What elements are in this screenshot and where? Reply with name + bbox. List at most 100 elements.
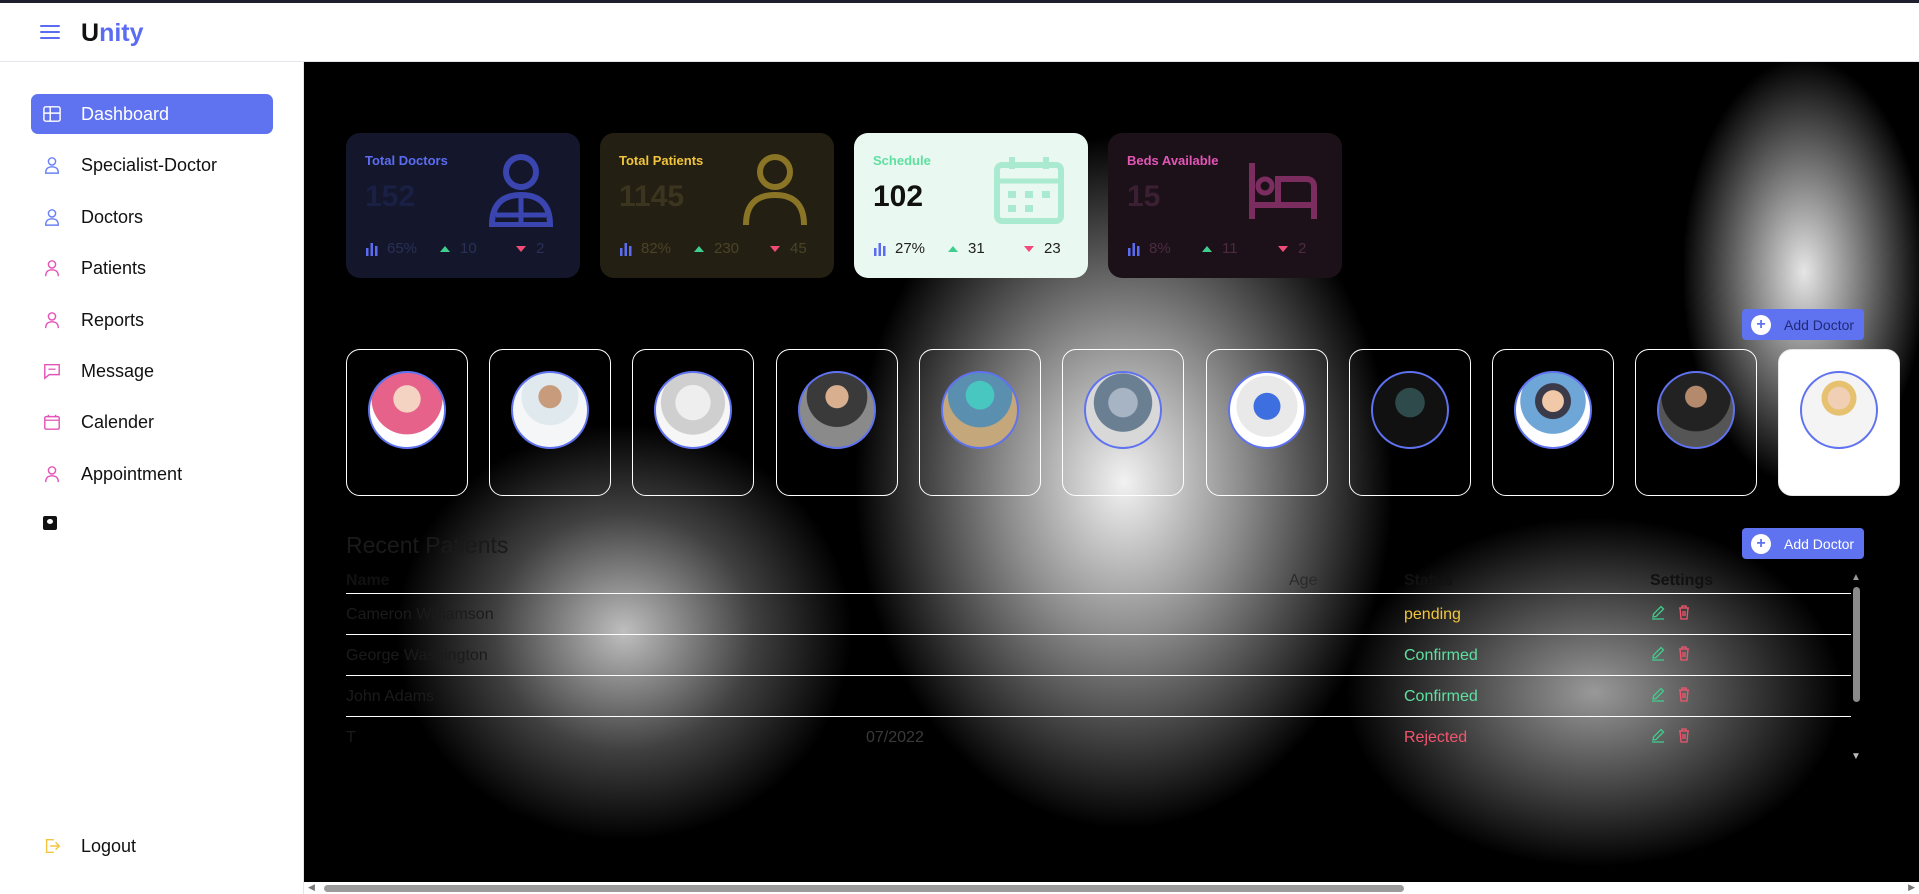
arrow-down-icon xyxy=(1278,245,1288,252)
patient-name: Cameron Williamson xyxy=(346,606,494,623)
doctor-card[interactable] xyxy=(489,349,611,496)
bar-chart-icon xyxy=(620,242,632,256)
scrollbar-thumb[interactable] xyxy=(324,885,1404,892)
logout-label: Logout xyxy=(81,835,137,856)
column-header-name[interactable]: Name xyxy=(346,572,390,590)
table-row[interactable]: George Washington Confirmed xyxy=(346,634,1851,675)
sidebar-item-reports[interactable]: Reports xyxy=(31,300,273,340)
edit-icon[interactable] xyxy=(1650,645,1666,661)
sidebar-item-label: Specialist-Doctor xyxy=(81,154,218,175)
stat-down: 23 xyxy=(1044,240,1061,257)
sidebar: Dashboard Specialist-Doctor Doctors Pati… xyxy=(0,62,304,894)
stat-card-schedule[interactable]: Schedule 102 27% 31 23 xyxy=(854,133,1088,278)
add-doctor-button[interactable]: + Add Doctor xyxy=(1742,309,1864,340)
doctor-card[interactable] xyxy=(919,349,1041,496)
table-row[interactable]: Cameron Williamson pending xyxy=(346,593,1851,634)
user-icon xyxy=(42,258,62,278)
patient-name: T xyxy=(346,729,356,746)
sidebar-item-dashboard[interactable]: Dashboard xyxy=(31,94,273,134)
sidebar-item-appointment[interactable]: Appointment xyxy=(31,454,273,494)
doctor-avatar xyxy=(368,371,446,449)
doctor-card[interactable] xyxy=(1206,349,1328,496)
stat-card-total-patients[interactable]: Total Patients 1145 82% 230 45 xyxy=(600,133,834,278)
sidebar-item-specialist-doctor[interactable]: Specialist-Doctor xyxy=(31,145,273,185)
doctor-card[interactable] xyxy=(632,349,754,496)
stat-value: 102 xyxy=(873,180,924,213)
plus-icon: + xyxy=(1751,533,1771,554)
scroll-down-icon[interactable]: ▼ xyxy=(1851,751,1861,762)
doctor-card[interactable] xyxy=(346,349,468,496)
app-logo[interactable]: Unity xyxy=(81,19,144,48)
sidebar-item-patients[interactable]: Patients xyxy=(31,248,273,288)
doctor-card[interactable] xyxy=(1062,349,1184,496)
sidebar-item-message[interactable]: Message xyxy=(31,351,273,391)
bar-chart-icon xyxy=(366,242,378,256)
top-bar: Unity xyxy=(0,0,1919,62)
table-row[interactable]: T 07/2022 Rejected xyxy=(346,716,1851,757)
add-doctor-label: Add Doctor xyxy=(1784,535,1855,552)
sidebar-item-label: Appointment xyxy=(81,463,183,484)
scroll-left-icon[interactable]: ◀ xyxy=(308,882,315,893)
scroll-right-icon[interactable]: ▶ xyxy=(1908,882,1915,893)
stat-down: 45 xyxy=(790,240,807,257)
stat-up: 10 xyxy=(460,240,477,257)
sidebar-item-label: Message xyxy=(81,360,155,381)
table-scrollbar[interactable]: ▲ ▼ xyxy=(1851,572,1861,762)
arrow-up-icon xyxy=(1202,245,1212,252)
delete-icon[interactable] xyxy=(1676,727,1692,743)
patient-icon xyxy=(743,154,807,226)
doctor-card[interactable] xyxy=(1349,349,1471,496)
doctor-card[interactable] xyxy=(1635,349,1757,496)
doctor-card[interactable] xyxy=(1492,349,1614,496)
edit-icon[interactable] xyxy=(1650,727,1666,743)
recent-patients-title: Recent Patients xyxy=(346,532,509,558)
grid-icon xyxy=(42,104,62,124)
stat-card-beds-available[interactable]: Beds Available 15 8% 11 2 xyxy=(1108,133,1342,278)
scrollbar-thumb[interactable] xyxy=(1853,587,1860,702)
delete-icon[interactable] xyxy=(1676,604,1692,620)
table-row[interactable]: John Adams Confirmed xyxy=(346,675,1851,716)
doctor-avatar xyxy=(941,371,1019,449)
stat-down: 2 xyxy=(1298,240,1307,257)
stat-title: Total Patients xyxy=(619,153,704,168)
sidebar-item-label: Calender xyxy=(81,411,155,432)
plus-icon: + xyxy=(1751,314,1771,335)
doctor-card[interactable] xyxy=(776,349,898,496)
sidebar-item-label: Dashboard xyxy=(81,103,170,124)
doctor-card[interactable] xyxy=(1778,349,1900,496)
stat-card-total-doctors[interactable]: Total Doctors 152 65% 10 2 xyxy=(346,133,580,278)
column-header-status[interactable]: Status xyxy=(1404,572,1453,590)
user-doctor-icon xyxy=(42,207,62,227)
user-icon xyxy=(42,310,62,330)
horizontal-scrollbar[interactable]: ◀ ▶ xyxy=(304,882,1919,894)
edit-icon[interactable] xyxy=(1650,686,1666,702)
calendar-icon xyxy=(994,157,1064,224)
stat-down: 2 xyxy=(536,240,545,257)
doctor-icon xyxy=(488,154,554,227)
doctor-avatar xyxy=(511,371,589,449)
menu-icon[interactable] xyxy=(38,21,62,43)
contact-card-icon[interactable] xyxy=(43,516,57,530)
status-badge: Confirmed xyxy=(1404,688,1478,705)
user-icon xyxy=(42,464,62,484)
logout-button[interactable]: Logout xyxy=(31,826,273,866)
stat-up: 230 xyxy=(714,240,740,257)
add-doctor-button[interactable]: + Add Doctor xyxy=(1742,528,1864,559)
scroll-up-icon[interactable]: ▲ xyxy=(1851,572,1861,583)
delete-icon[interactable] xyxy=(1676,686,1692,702)
message-icon xyxy=(42,361,62,381)
sidebar-item-calender[interactable]: Calender xyxy=(31,402,273,442)
arrow-up-icon xyxy=(694,245,704,252)
stat-footer: 82% 230 45 xyxy=(619,240,822,257)
stat-percent: 27% xyxy=(895,240,926,257)
arrow-down-icon xyxy=(770,245,780,252)
sidebar-item-doctors[interactable]: Doctors xyxy=(31,197,273,237)
edit-icon[interactable] xyxy=(1650,604,1666,620)
stat-value: 1145 xyxy=(619,180,685,213)
column-header-settings[interactable]: Settings xyxy=(1650,572,1713,590)
calendar-icon xyxy=(42,412,62,432)
stat-percent: 65% xyxy=(387,240,418,257)
column-header-age[interactable]: Age xyxy=(1289,572,1317,590)
bed-icon xyxy=(1249,163,1317,219)
delete-icon[interactable] xyxy=(1676,645,1692,661)
